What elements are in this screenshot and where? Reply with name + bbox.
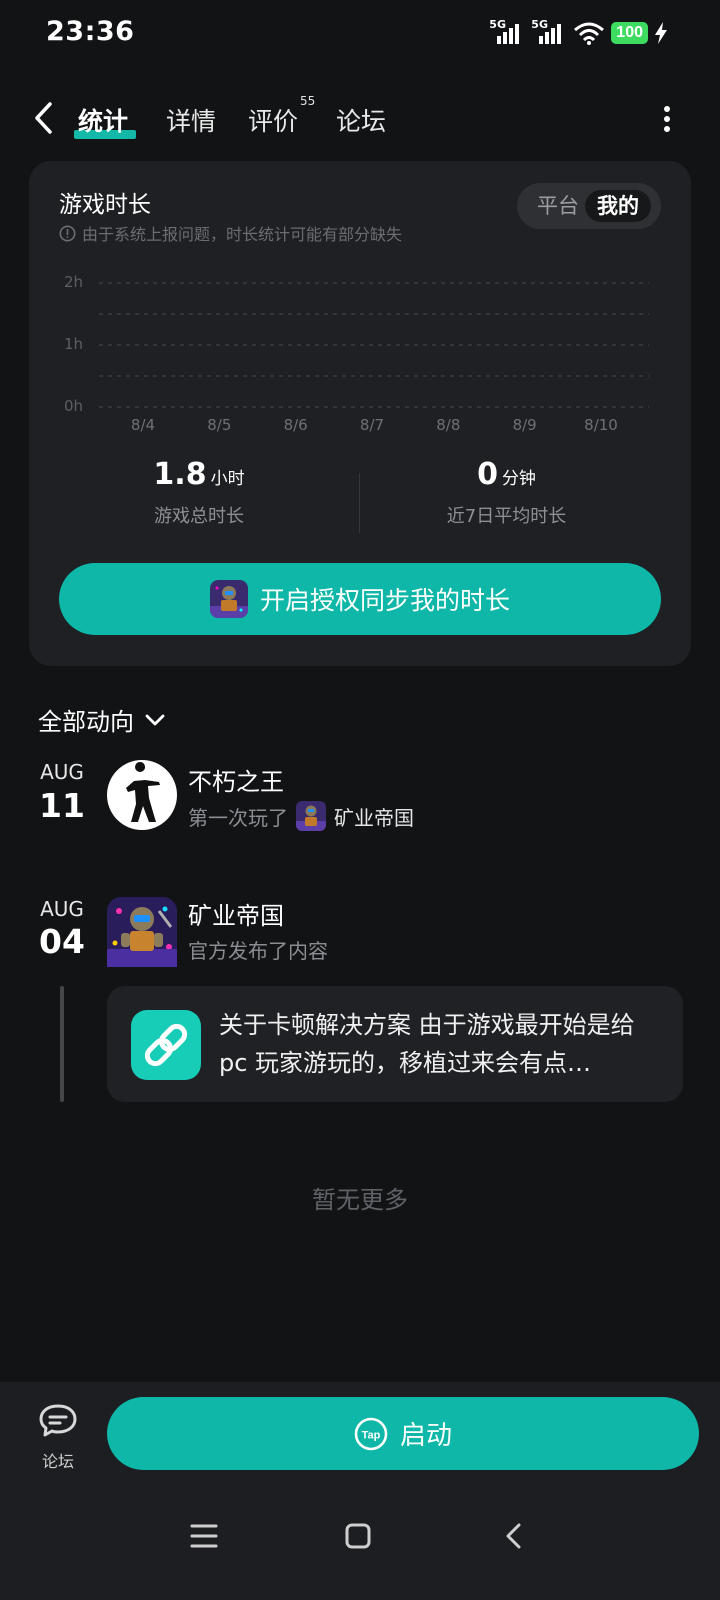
tap-logo-icon: Tap <box>354 1417 388 1450</box>
review-count-badge: 55 <box>300 94 316 108</box>
battery-indicator: 100 <box>611 22 648 44</box>
tab-details[interactable]: 详情 <box>166 102 216 138</box>
more-options-icon[interactable] <box>662 104 672 134</box>
post-card[interactable]: 关于卡顿解决方案 由于游戏最开始是给pc 玩家游玩的，移植过来会有点… <box>107 986 683 1102</box>
chart-x-tick-label: 8/5 <box>207 416 232 434</box>
feed-action-text: 官方发布了内容 <box>188 939 328 963</box>
tab-stats[interactable]: 统计 <box>78 102 128 138</box>
system-nav-bar <box>0 1508 720 1568</box>
wifi-icon <box>574 22 605 45</box>
activity-filter-label: 全部动向 <box>38 708 134 736</box>
feed-date-month: AUG <box>40 897 84 921</box>
signal-icon: 5G <box>489 18 525 46</box>
back-arrow-icon[interactable] <box>30 100 58 136</box>
chart-x-tick-label: 8/8 <box>436 416 461 434</box>
post-text: 关于卡顿解决方案 由于游戏最开始是给pc 玩家游玩的，移植过来会有点… <box>219 1011 635 1077</box>
chat-bubble-icon <box>39 1404 77 1437</box>
game-icon <box>209 580 248 618</box>
sync-playtime-button[interactable]: 开启授权同步我的时长 <box>59 563 661 635</box>
status-icons: 5G 5G 100 <box>489 18 668 46</box>
playtime-chart <box>99 282 649 408</box>
chart-y-tick-label: 1h <box>64 335 84 353</box>
avg-playtime-label: 近7日平均时长 <box>446 506 567 527</box>
feed-date-day: 04 <box>39 922 85 961</box>
feed-date-month: AUG <box>40 760 84 784</box>
forum-button[interactable]: 论坛 <box>28 1402 88 1472</box>
charging-icon <box>655 22 667 44</box>
link-icon <box>131 1010 201 1080</box>
chart-y-tick-label: 2h <box>64 273 84 291</box>
game-avatar-icon[interactable] <box>107 897 177 967</box>
feed-game-name[interactable]: 矿业帝国 <box>334 802 414 831</box>
avg-playtime-stat: 0 分钟 近7日平均时长 <box>429 457 584 528</box>
feed-action-text: 第一次玩了 <box>188 805 288 830</box>
status-bar: 23:36 5G 5G 100 <box>0 0 720 66</box>
status-time: 23:36 <box>46 16 135 47</box>
chart-x-tick-label: 8/10 <box>584 416 618 434</box>
chart-x-tick-label: 8/6 <box>283 416 308 434</box>
feed-date-day: 11 <box>39 786 85 825</box>
feed-activity: 官方发布了内容 <box>188 935 328 964</box>
sync-playtime-label: 开启授权同步我的时长 <box>259 586 510 615</box>
timeline-line <box>60 986 64 1102</box>
total-playtime-value: 1.8 <box>153 457 207 492</box>
launch-label: 启动 <box>399 1421 452 1451</box>
user-avatar[interactable] <box>107 760 177 830</box>
home-icon[interactable] <box>344 1522 372 1550</box>
avg-playtime-value: 0 <box>477 457 498 492</box>
tab-forum[interactable]: 论坛 <box>336 102 386 138</box>
launch-button[interactable]: Tap 启动 <box>107 1397 699 1470</box>
back-icon[interactable] <box>500 1522 528 1550</box>
stat-divider <box>359 473 360 533</box>
total-playtime-unit: 小时 <box>210 469 245 489</box>
game-icon[interactable] <box>296 801 326 831</box>
tap-logo-text: Tap <box>362 1429 381 1441</box>
chart-x-tick-label: 8/7 <box>359 416 385 434</box>
chevron-down-icon <box>145 714 165 725</box>
chart-x-tick-label: 8/9 <box>512 416 537 434</box>
activity-filter-dropdown[interactable]: 全部动向 <box>38 702 166 737</box>
chart-y-tick-label: 0h <box>64 397 84 415</box>
avg-playtime-unit: 分钟 <box>501 469 536 489</box>
no-more-text: 暂无更多 <box>312 1186 408 1214</box>
bottom-bar: 论坛 Tap 启动 <box>0 1382 720 1600</box>
total-playtime-stat: 1.8 小时 游戏总时长 <box>129 457 269 528</box>
total-playtime-label: 游戏总时长 <box>154 506 244 527</box>
menu-icon[interactable] <box>190 1522 218 1550</box>
feed-game-title[interactable]: 矿业帝国 <box>188 896 284 931</box>
forum-label: 论坛 <box>41 1452 74 1471</box>
top-nav: 统计 详情 评价 55 论坛 <box>0 86 720 152</box>
chart-x-tick-label: 8/4 <box>130 416 156 434</box>
signal-icon: 5G <box>531 18 567 46</box>
feed-activity: 第一次玩了 矿业帝国 <box>188 801 414 831</box>
feed-user-name[interactable]: 不朽之王 <box>188 762 284 797</box>
tab-reviews[interactable]: 评价 <box>248 102 298 138</box>
playtime-card: 游戏时长 由于系统上报问题，时长统计可能有部分缺失 平台 我的 2h 1h 0h 8/… <box>29 161 691 666</box>
